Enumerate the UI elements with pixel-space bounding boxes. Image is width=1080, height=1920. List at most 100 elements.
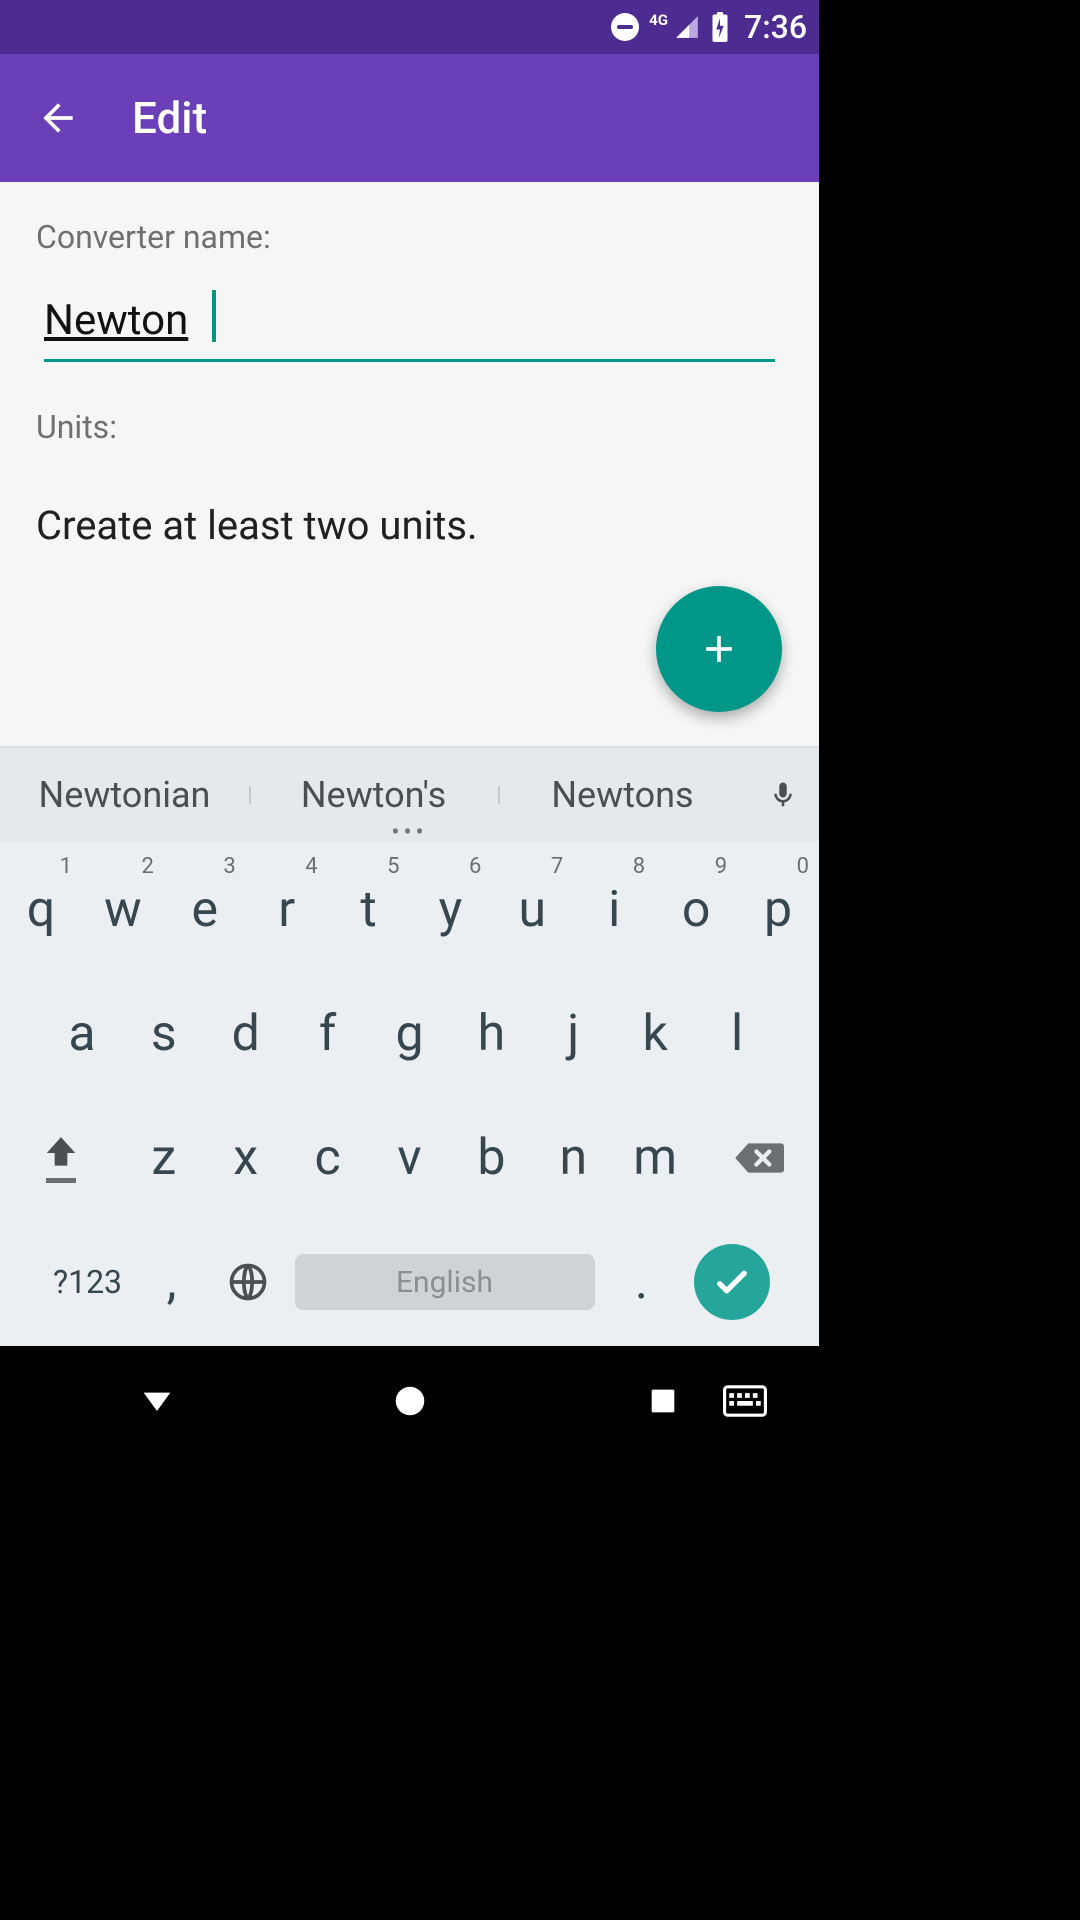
key-hint: 0 bbox=[797, 854, 809, 879]
key-label: o bbox=[682, 881, 711, 939]
enter-key[interactable] bbox=[683, 1220, 781, 1344]
key-hint: 9 bbox=[715, 854, 727, 879]
triangle-down-icon bbox=[137, 1381, 177, 1421]
suggestion-expand-icon[interactable]: ••• bbox=[391, 818, 427, 846]
key-g[interactable]: g bbox=[369, 972, 451, 1096]
key-z[interactable]: z bbox=[123, 1096, 205, 1220]
plus-icon bbox=[697, 627, 741, 671]
comma-key[interactable]: , bbox=[137, 1220, 207, 1344]
key-label: l bbox=[731, 1005, 743, 1063]
key-l[interactable]: l bbox=[696, 972, 778, 1096]
key-label: s bbox=[151, 1005, 177, 1063]
key-hint: 3 bbox=[223, 854, 235, 879]
key-hint: 8 bbox=[633, 854, 645, 879]
suggestion-3[interactable]: Newtons bbox=[498, 774, 747, 816]
navigation-bar bbox=[0, 1346, 819, 1456]
key-h[interactable]: h bbox=[450, 972, 532, 1096]
key-label: b bbox=[477, 1129, 505, 1187]
key-label: t bbox=[360, 881, 376, 939]
key-label: g bbox=[395, 1005, 423, 1063]
units-label: Units: bbox=[36, 408, 783, 446]
suggestion-2[interactable]: Newton's bbox=[249, 774, 498, 816]
key-y[interactable]: 6y bbox=[410, 848, 492, 972]
key-label: c bbox=[315, 1129, 341, 1187]
status-bar: 4G 7:36 bbox=[0, 0, 819, 54]
language-key[interactable] bbox=[207, 1220, 289, 1344]
key-hint: 5 bbox=[387, 854, 399, 879]
microphone-icon bbox=[768, 775, 798, 815]
key-p[interactable]: 0p bbox=[737, 848, 819, 972]
key-label: w bbox=[104, 881, 142, 939]
space-key[interactable]: English bbox=[289, 1220, 601, 1344]
do-not-disturb-icon bbox=[611, 13, 639, 41]
key-u[interactable]: 7u bbox=[491, 848, 573, 972]
key-label: d bbox=[232, 1005, 260, 1063]
shift-underline-icon bbox=[46, 1178, 76, 1183]
key-hint: 1 bbox=[60, 854, 72, 879]
keyboard-icon bbox=[723, 1384, 767, 1418]
add-unit-fab[interactable] bbox=[656, 586, 782, 712]
key-v[interactable]: v bbox=[369, 1096, 451, 1220]
key-hint: 4 bbox=[305, 854, 317, 879]
key-label: q bbox=[27, 881, 55, 939]
key-label: f bbox=[319, 1005, 336, 1063]
key-label: u bbox=[519, 881, 547, 939]
nav-back-button[interactable] bbox=[107, 1371, 207, 1431]
key-j[interactable]: j bbox=[532, 972, 614, 1096]
key-label: n bbox=[559, 1129, 587, 1187]
key-q[interactable]: 1q bbox=[0, 848, 82, 972]
key-w[interactable]: 2w bbox=[82, 848, 164, 972]
key-hint: 2 bbox=[141, 854, 153, 879]
back-button[interactable] bbox=[30, 90, 86, 146]
key-hint: 7 bbox=[551, 854, 563, 879]
key-label: x bbox=[233, 1129, 258, 1187]
key-i[interactable]: 8i bbox=[573, 848, 655, 972]
key-label: j bbox=[567, 1005, 579, 1063]
symbols-key[interactable]: ?123 bbox=[39, 1220, 137, 1344]
converter-name-input[interactable] bbox=[44, 296, 775, 362]
key-e[interactable]: 3e bbox=[164, 848, 246, 972]
key-r[interactable]: 4r bbox=[246, 848, 328, 972]
key-f[interactable]: f bbox=[287, 972, 369, 1096]
key-label: z bbox=[151, 1129, 176, 1187]
nav-home-button[interactable] bbox=[360, 1371, 460, 1431]
clock-label: 7:36 bbox=[744, 8, 807, 46]
key-label: h bbox=[478, 1005, 506, 1063]
converter-name-label: Converter name: bbox=[36, 218, 783, 256]
nav-ime-button[interactable] bbox=[695, 1371, 795, 1431]
voice-input-button[interactable] bbox=[747, 775, 819, 815]
converter-name-field-wrap bbox=[44, 296, 775, 362]
key-label: p bbox=[764, 881, 792, 939]
units-instruction: Create at least two units. bbox=[36, 502, 783, 549]
shift-key[interactable] bbox=[0, 1096, 123, 1220]
key-m[interactable]: m bbox=[614, 1096, 696, 1220]
key-a[interactable]: a bbox=[41, 972, 123, 1096]
shift-icon bbox=[42, 1134, 80, 1172]
network-type-label: 4G bbox=[649, 11, 668, 29]
soft-keyboard: Newtonian Newton's Newtons ••• 1q2w3e4r5… bbox=[0, 746, 819, 1346]
check-icon bbox=[711, 1261, 753, 1303]
backspace-key[interactable] bbox=[696, 1096, 819, 1220]
key-label: e bbox=[192, 881, 219, 939]
page-title: Edit bbox=[132, 92, 207, 144]
key-c[interactable]: c bbox=[287, 1096, 369, 1220]
key-t[interactable]: 5t bbox=[328, 848, 410, 972]
key-hint: 6 bbox=[469, 854, 481, 879]
key-x[interactable]: x bbox=[205, 1096, 287, 1220]
key-label: v bbox=[397, 1129, 421, 1187]
backspace-icon bbox=[732, 1138, 784, 1178]
signal-icon bbox=[674, 14, 700, 40]
key-d[interactable]: d bbox=[205, 972, 287, 1096]
key-n[interactable]: n bbox=[532, 1096, 614, 1220]
key-s[interactable]: s bbox=[123, 972, 205, 1096]
globe-icon bbox=[226, 1260, 270, 1304]
key-label: a bbox=[68, 1005, 95, 1063]
battery-charging-icon bbox=[710, 12, 730, 42]
key-o[interactable]: 9o bbox=[655, 848, 737, 972]
key-label: i bbox=[608, 881, 620, 939]
key-b[interactable]: b bbox=[450, 1096, 532, 1220]
key-k[interactable]: k bbox=[614, 972, 696, 1096]
suggestion-1[interactable]: Newtonian bbox=[0, 774, 249, 816]
period-key[interactable]: . bbox=[601, 1220, 683, 1344]
key-label: m bbox=[633, 1129, 677, 1187]
